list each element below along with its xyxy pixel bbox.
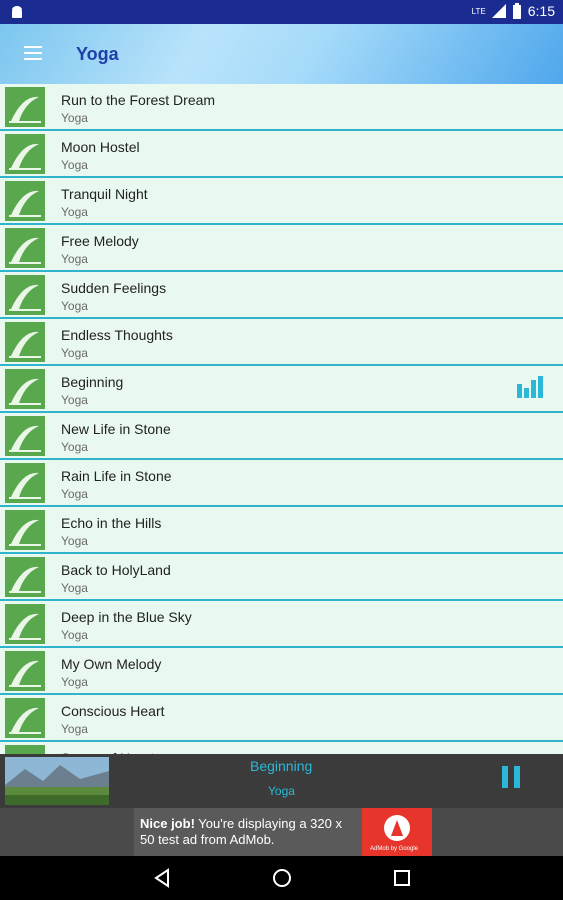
track-row[interactable]: My Own Melody Yoga bbox=[0, 648, 563, 695]
track-artist: Yoga bbox=[61, 534, 88, 548]
track-row[interactable]: Rain Life in Stone Yoga bbox=[0, 460, 563, 507]
admob-logo: AdMob by Google bbox=[362, 808, 432, 856]
clock: 6:15 bbox=[527, 3, 555, 19]
track-row[interactable]: Sudden Feelings Yoga bbox=[0, 272, 563, 319]
app-bar: Yoga bbox=[0, 24, 563, 84]
track-list[interactable]: Run to the Forest Dream Yoga Moon Hostel Yo… bbox=[0, 84, 563, 754]
menu-icon[interactable] bbox=[22, 42, 48, 66]
track-artist: Yoga bbox=[61, 346, 88, 360]
now-playing-title: Beginning bbox=[250, 758, 313, 774]
track-title: Sudden Feelings bbox=[61, 280, 167, 296]
track-artist: Yoga bbox=[61, 252, 88, 266]
track-title: Rain Life in Stone bbox=[61, 468, 172, 484]
nav-bar bbox=[0, 856, 563, 900]
track-title: Free Melody bbox=[61, 233, 139, 249]
track-thumbnail bbox=[5, 134, 45, 174]
track-thumbnail bbox=[5, 604, 45, 644]
track-thumbnail bbox=[5, 275, 45, 315]
track-title: Run to the Forest Dream bbox=[61, 92, 216, 108]
network-label: LTE bbox=[471, 6, 486, 16]
track-artist: Yoga bbox=[61, 440, 88, 454]
track-title: Deep in the Blue Sky bbox=[61, 609, 192, 625]
track-title: Endless Thoughts bbox=[61, 327, 173, 343]
album-art bbox=[5, 757, 109, 805]
now-playing-artist: Yoga bbox=[268, 784, 295, 798]
track-thumbnail bbox=[5, 745, 45, 754]
track-title: Moon Hostel bbox=[61, 139, 140, 155]
track-title: Back to HolyLand bbox=[61, 562, 171, 578]
track-artist: Yoga bbox=[61, 393, 88, 407]
track-thumbnail bbox=[5, 651, 45, 691]
track-row[interactable]: Free Melody Yoga bbox=[0, 225, 563, 272]
track-row[interactable]: Moon Hostel Yoga bbox=[0, 131, 563, 178]
track-artist: Yoga bbox=[61, 299, 88, 313]
track-thumbnail bbox=[5, 510, 45, 550]
track-thumbnail bbox=[5, 322, 45, 362]
ad-banner[interactable]: Nice job! You're displaying a 320 x 50 t… bbox=[0, 808, 563, 856]
track-thumbnail bbox=[5, 369, 45, 409]
track-artist: Yoga bbox=[61, 581, 88, 595]
track-row[interactable]: Conscious Heart Yoga bbox=[0, 695, 563, 742]
track-thumbnail bbox=[5, 87, 45, 127]
ad-logo-caption: AdMob by Google bbox=[370, 846, 419, 852]
track-artist: Yoga bbox=[61, 205, 88, 219]
ad-text: Nice job! You're displaying a 320 x 50 t… bbox=[140, 816, 360, 848]
track-artist: Yoga bbox=[61, 675, 88, 689]
track-title: Conscious Heart bbox=[61, 703, 165, 719]
ad-bold: Nice job! bbox=[140, 816, 195, 831]
track-thumbnail bbox=[5, 228, 45, 268]
battery-icon bbox=[512, 3, 521, 19]
track-artist: Yoga bbox=[61, 722, 88, 736]
admob-icon bbox=[384, 815, 410, 841]
track-artist: Yoga bbox=[61, 628, 88, 642]
track-title: Tranquil Night bbox=[61, 186, 148, 202]
status-bar: LTE 6:15 bbox=[0, 0, 563, 24]
back-icon[interactable] bbox=[150, 866, 174, 890]
track-title: Echo in the Hills bbox=[61, 515, 162, 531]
recents-icon[interactable] bbox=[390, 866, 414, 890]
track-row[interactable]: Echo in the Hills Yoga bbox=[0, 507, 563, 554]
track-title: My Own Melody bbox=[61, 656, 162, 672]
track-thumbnail bbox=[5, 181, 45, 221]
track-title: New Life in Stone bbox=[61, 421, 171, 437]
track-title: Beginning bbox=[61, 374, 124, 390]
equalizer-icon bbox=[517, 376, 543, 398]
track-row[interactable]: Tranquil Night Yoga bbox=[0, 178, 563, 225]
home-icon[interactable] bbox=[270, 866, 294, 890]
track-row[interactable]: Run to the Forest Dream Yoga bbox=[0, 84, 563, 131]
track-row[interactable]: Endless Thoughts Yoga bbox=[0, 319, 563, 366]
track-row[interactable]: Songs of HeartYoga bbox=[0, 742, 563, 754]
track-row[interactable]: Back to HolyLand Yoga bbox=[0, 554, 563, 601]
now-playing-bar[interactable]: Beginning Yoga bbox=[0, 754, 563, 808]
track-artist: Yoga bbox=[61, 111, 88, 125]
track-thumbnail bbox=[5, 557, 45, 597]
android-icon bbox=[12, 6, 22, 18]
track-row[interactable]: New Life in Stone Yoga bbox=[0, 413, 563, 460]
track-thumbnail bbox=[5, 698, 45, 738]
track-thumbnail bbox=[5, 416, 45, 456]
page-title: Yoga bbox=[76, 44, 119, 64]
pause-button[interactable] bbox=[500, 766, 522, 788]
signal-icon bbox=[491, 4, 506, 18]
track-artist: Yoga bbox=[61, 158, 88, 172]
track-row[interactable]: Beginning Yoga bbox=[0, 366, 563, 413]
track-row[interactable]: Deep in the Blue Sky Yoga bbox=[0, 601, 563, 648]
track-thumbnail bbox=[5, 463, 45, 503]
track-artist: Yoga bbox=[61, 487, 88, 501]
